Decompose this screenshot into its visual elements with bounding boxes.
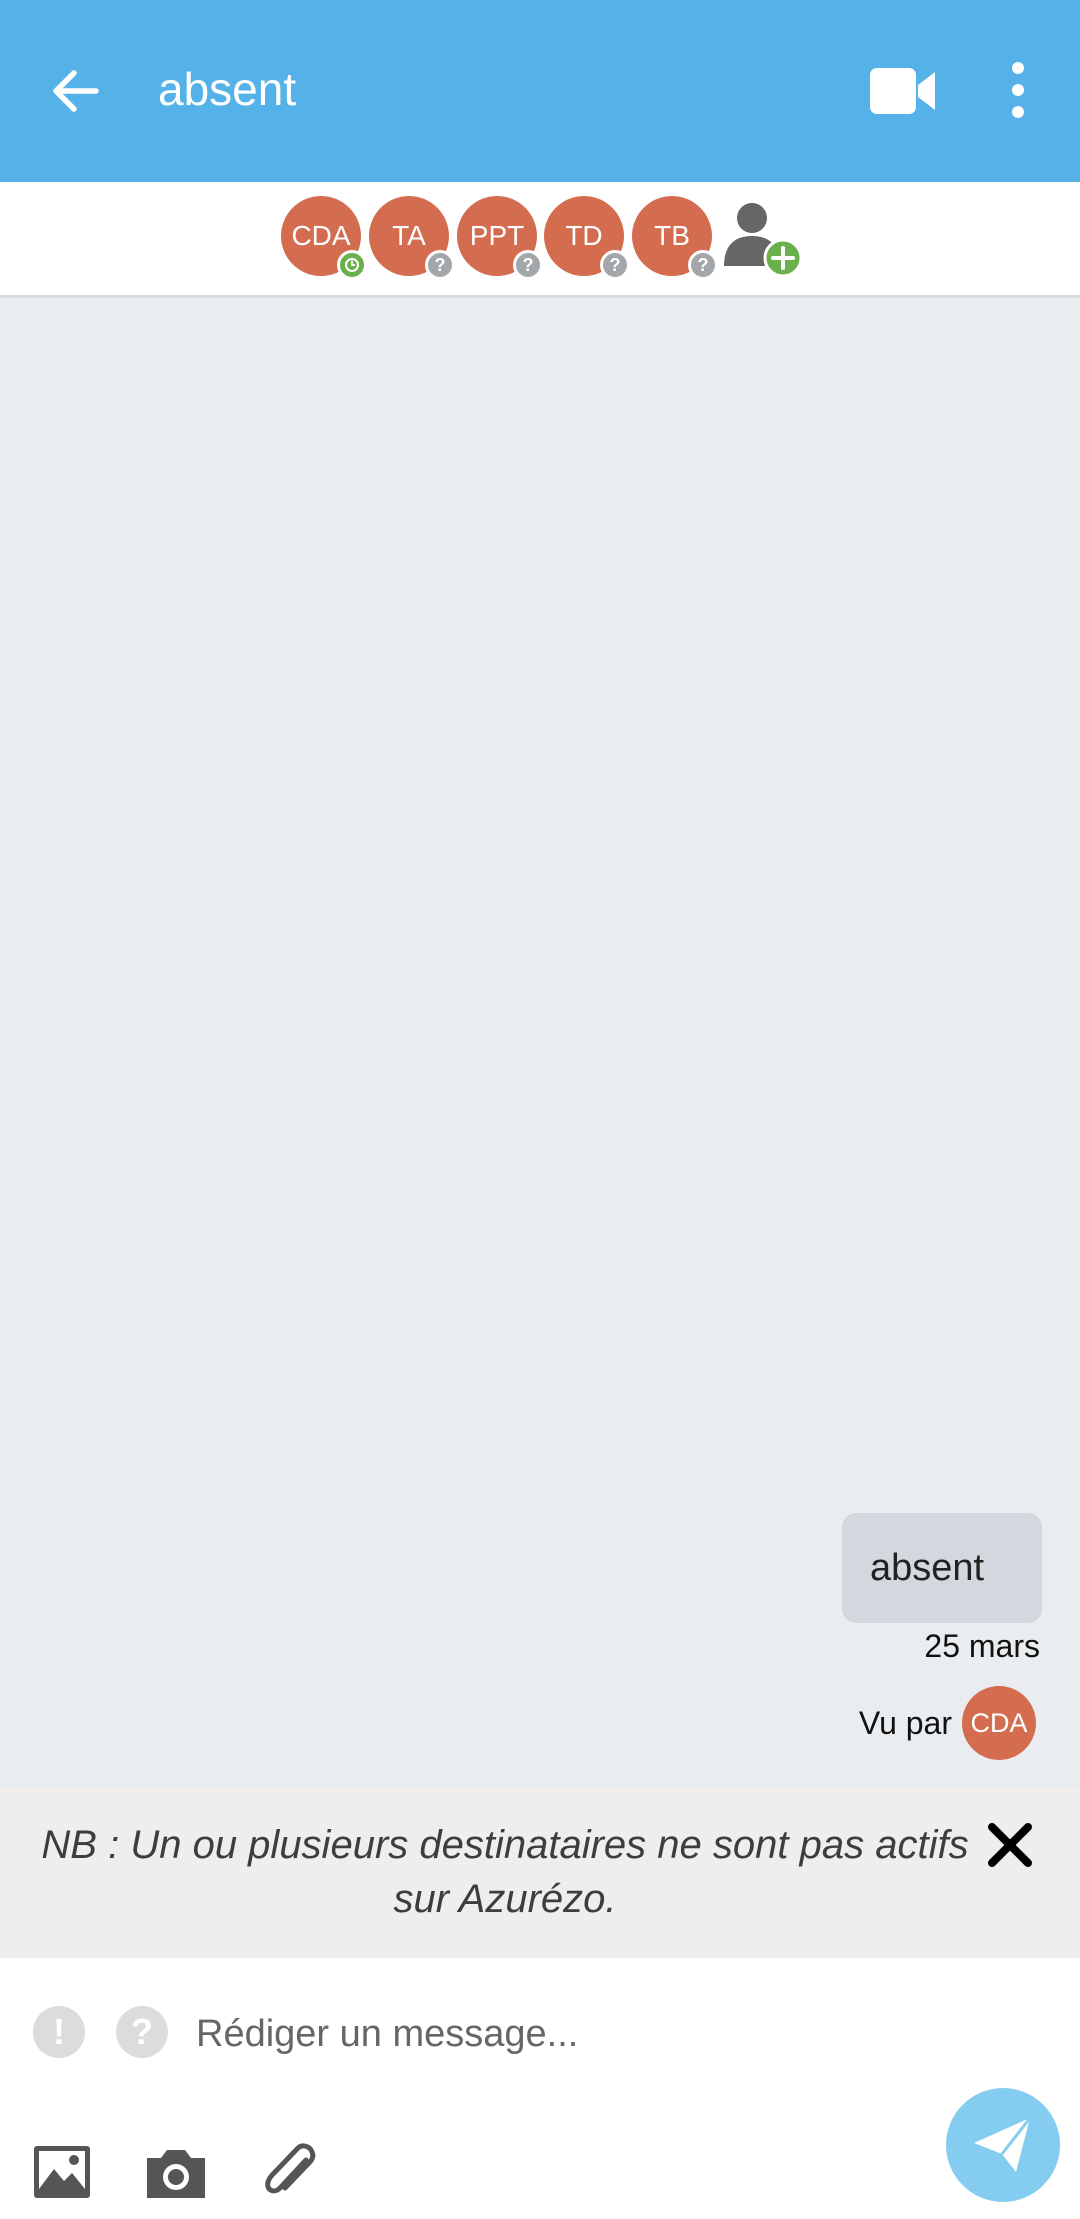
participant-avatar[interactable]: TB ?: [632, 196, 718, 280]
participant-initials: PPT: [469, 220, 525, 251]
notice-text: NB : Un ou plusieurs destinataires ne so…: [41, 1823, 969, 1921]
conversation-title: absent: [158, 63, 297, 115]
participant-avatar[interactable]: TD ?: [544, 196, 630, 280]
more-vertical-icon: [1012, 62, 1024, 118]
read-receipt: Vu par CDA: [859, 1686, 1036, 1760]
close-notice-button[interactable]: [980, 1812, 1040, 1878]
seen-by-label: Vu par: [858, 1704, 952, 1741]
participant-avatar[interactable]: CDA: [281, 196, 367, 280]
participant-initials: CDA: [291, 220, 351, 251]
participant-avatar[interactable]: PPT ?: [457, 196, 543, 280]
clock-icon: [337, 250, 367, 280]
arrow-left-icon: [53, 70, 99, 112]
message-list[interactable]: absent 25 mars Vu par CDA: [0, 300, 1080, 1788]
more-options-button[interactable]: [996, 58, 1040, 124]
seen-by-avatar: CDA: [962, 1686, 1036, 1760]
back-button[interactable]: [40, 56, 110, 126]
question-icon: ?: [600, 250, 630, 280]
participant-initials: TB: [654, 220, 690, 251]
message-bubble[interactable]: absent: [842, 1513, 1042, 1623]
close-icon: [988, 1823, 1032, 1867]
camera-icon: [147, 2150, 205, 2198]
urgent-toggle-button[interactable]: !: [33, 2006, 85, 2058]
video-call-button[interactable]: [862, 60, 944, 122]
question-toggle-button[interactable]: ?: [116, 2006, 168, 2058]
exclamation-icon: !: [53, 2011, 65, 2052]
image-icon: [34, 2146, 90, 2198]
add-user-icon: [724, 203, 803, 278]
question-icon: ?: [131, 2011, 153, 2052]
message-date: 25 mars: [924, 1628, 1040, 1664]
video-camera-icon: [870, 68, 935, 114]
send-button[interactable]: [946, 2088, 1060, 2202]
participant-initials: TA: [392, 220, 426, 251]
message-composer: ! ?: [0, 1958, 1080, 2219]
question-icon: ?: [688, 250, 718, 280]
participants-bar: CDA TA ? PPT ? TD ? TB ?: [0, 182, 1080, 298]
question-icon: ?: [425, 250, 455, 280]
add-participant-button[interactable]: [720, 194, 810, 284]
send-icon: [974, 2117, 1032, 2172]
attach-file-button[interactable]: [254, 2136, 324, 2206]
app-bar: absent: [0, 0, 1080, 182]
inactive-recipients-notice: NB : Un ou plusieurs destinataires ne so…: [0, 1788, 1080, 1958]
attach-image-button[interactable]: [28, 2136, 98, 2206]
participant-avatar[interactable]: TA ?: [369, 196, 455, 280]
message-text: absent: [870, 1546, 985, 1589]
paperclip-icon: [265, 2143, 316, 2194]
take-photo-button[interactable]: [141, 2136, 211, 2206]
message-input[interactable]: [196, 1998, 896, 2070]
question-icon: ?: [513, 250, 543, 280]
participant-initials: TD: [565, 220, 603, 251]
